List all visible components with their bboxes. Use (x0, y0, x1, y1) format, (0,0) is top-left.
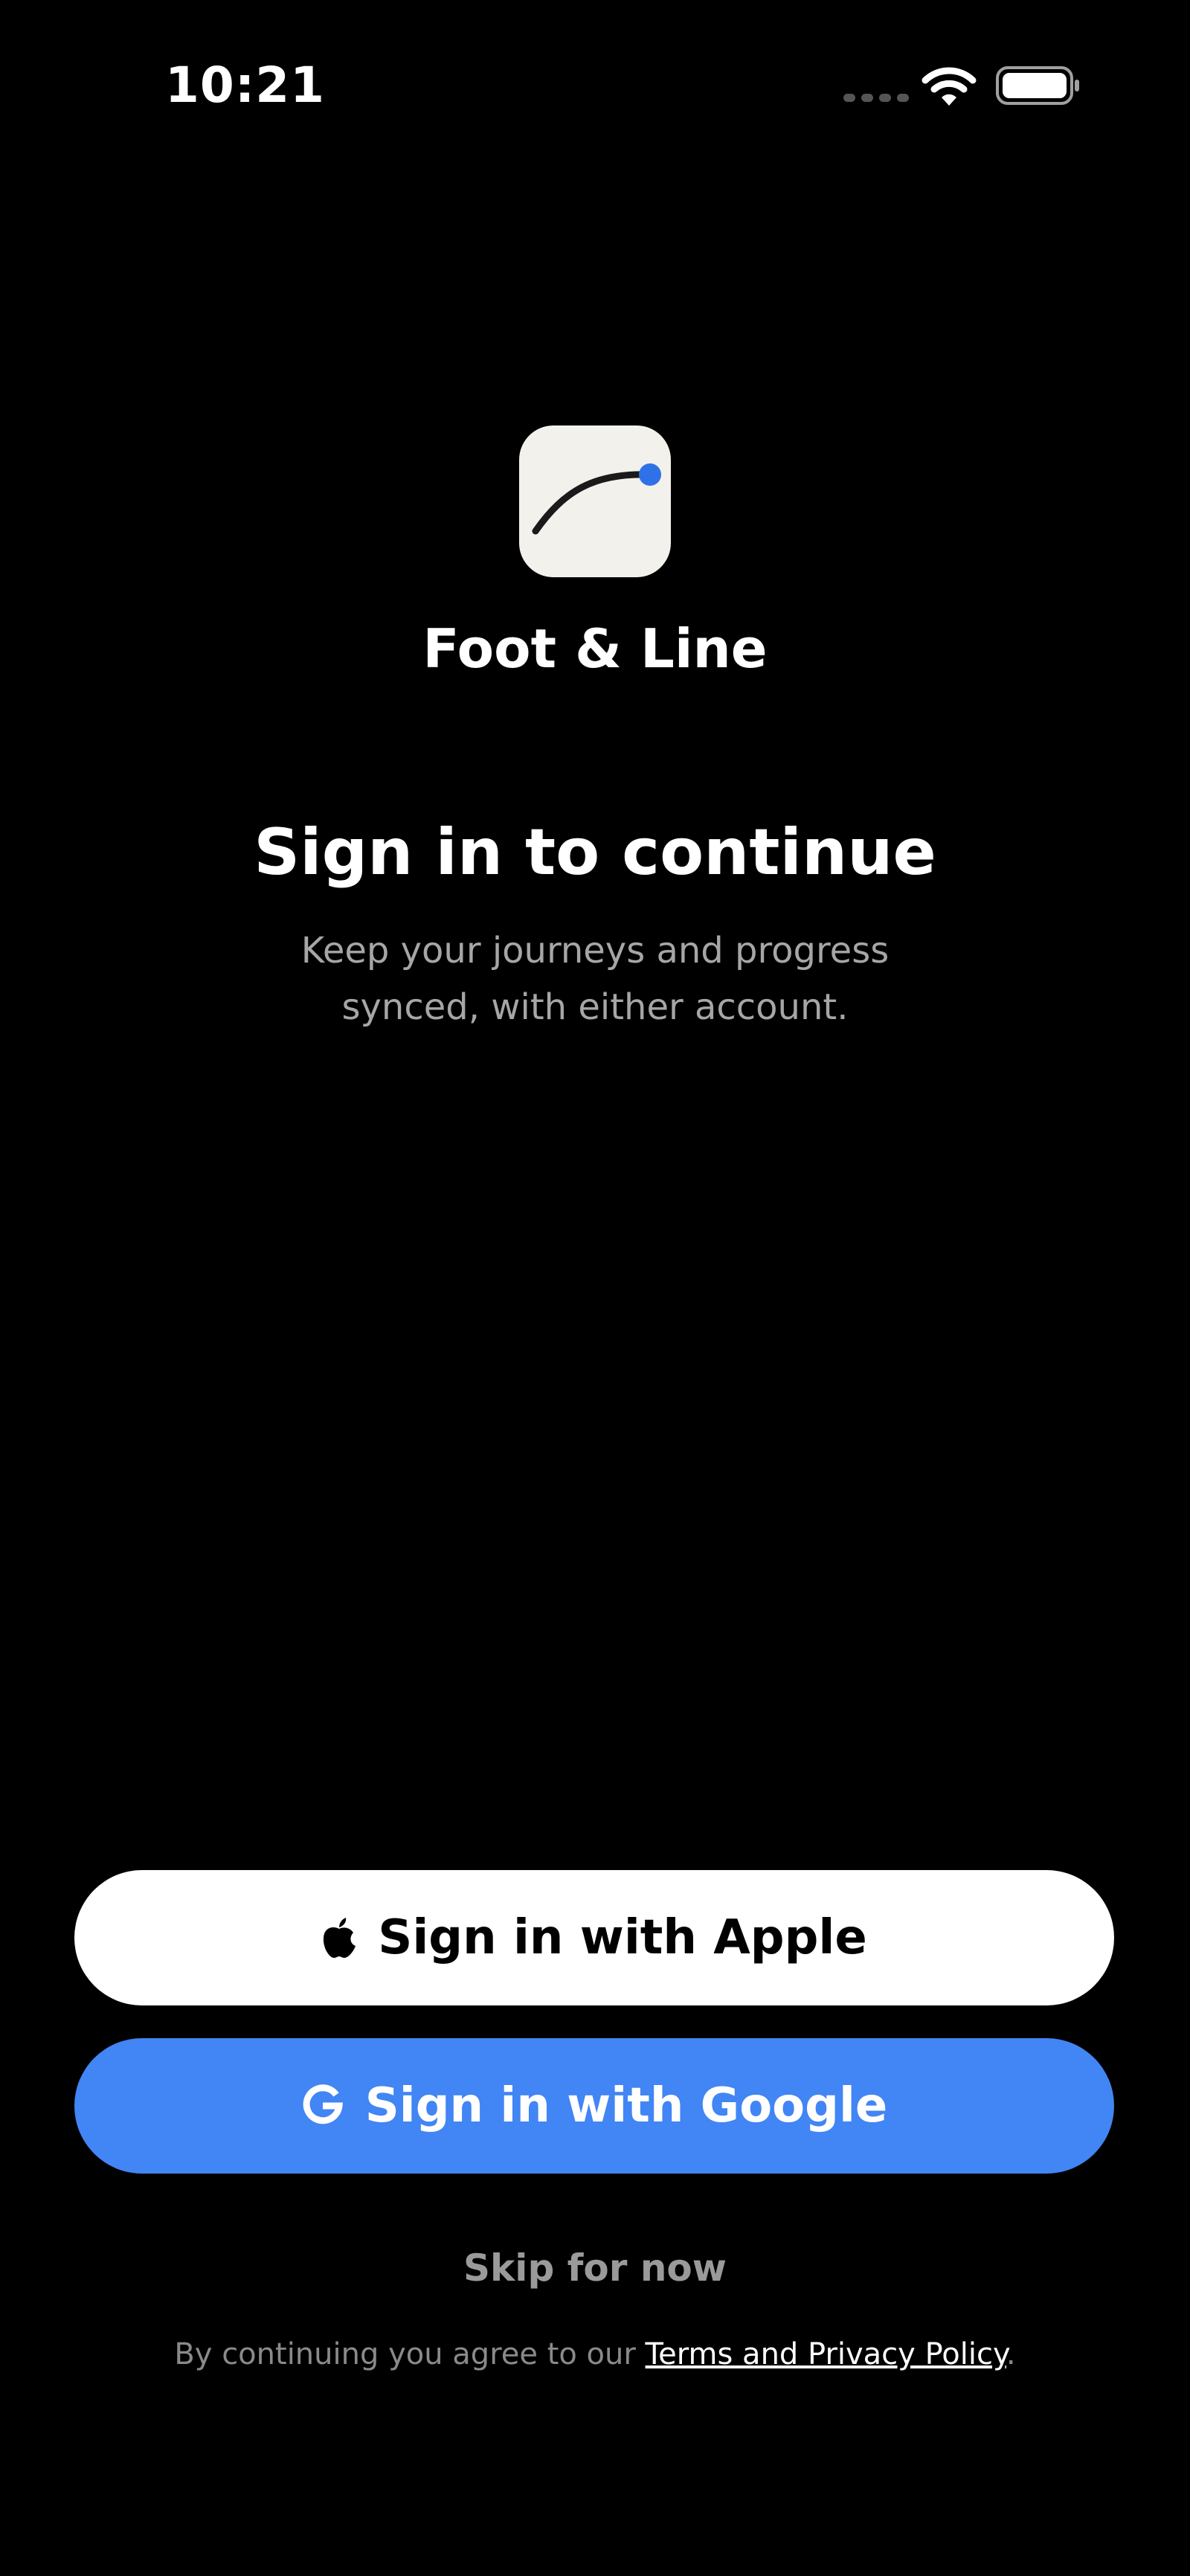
status-bar: 10:21 (0, 0, 1190, 179)
apple-logo-icon (321, 1917, 357, 1959)
sign-in-apple-button[interactable]: Sign in with Apple (74, 1870, 1114, 2005)
terms-privacy-link[interactable]: Terms and Privacy Policy (646, 2337, 1006, 2371)
sign-in-apple-label: Sign in with Apple (378, 1910, 867, 1965)
battery-icon (996, 66, 1079, 105)
legal-suffix: . (1006, 2337, 1016, 2371)
sign-in-google-button[interactable]: Sign in with Google (74, 2038, 1114, 2174)
legal-prefix: By continuing you agree to our (174, 2337, 646, 2371)
google-g-icon (301, 2084, 344, 2127)
cellular-signal-icon (843, 94, 909, 102)
page-subtitle: Keep your journeys and progress synced, … (300, 930, 890, 1028)
wifi-icon (922, 67, 977, 106)
skip-for-now-link[interactable]: Skip for now (0, 2246, 1190, 2290)
page-title: Sign in to continue (254, 815, 936, 890)
app-name: Foot & Line (422, 617, 768, 680)
curve-line-logo-icon (532, 463, 661, 535)
legal-notice: By continuing you agree to our Terms and… (0, 2337, 1190, 2371)
status-time: 10:21 (165, 57, 326, 114)
sign-in-google-label: Sign in with Google (364, 2078, 888, 2133)
app-logo (519, 425, 671, 577)
